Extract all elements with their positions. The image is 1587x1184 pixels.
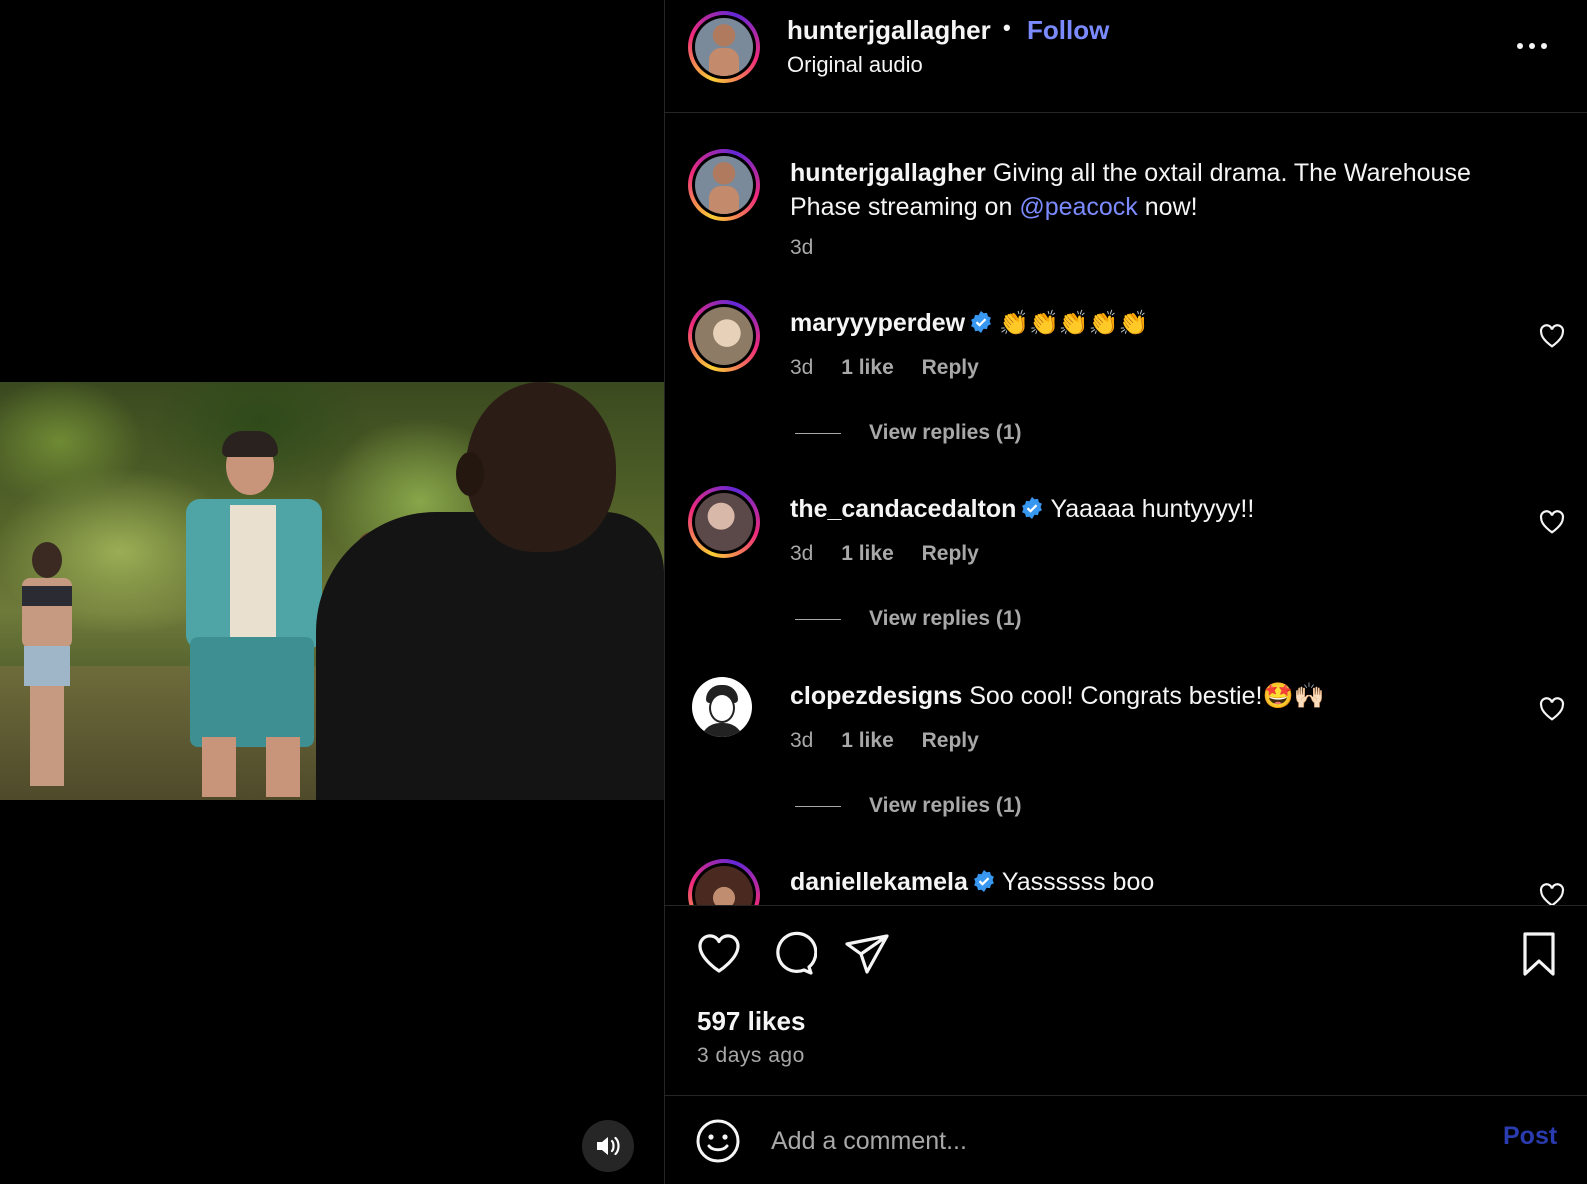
comment-time: 3d	[790, 356, 814, 379]
commenter-username[interactable]: the_candacedalton	[790, 495, 1016, 523]
commenter-avatar[interactable]	[688, 859, 760, 905]
comment-meta: 3d 1 like Reply	[790, 729, 1001, 753]
comment-likes[interactable]: 1 like	[841, 729, 894, 752]
commenter-avatar[interactable]	[688, 486, 760, 558]
likes-count[interactable]: 597 likes	[697, 1006, 805, 1037]
caption-meta: 3d	[790, 236, 835, 260]
comment-bubble-icon[interactable]	[769, 930, 817, 978]
comment-body: Yaaaaa huntyyyy!!	[1050, 495, 1255, 523]
reply-button[interactable]: Reply	[922, 729, 979, 752]
verified-badge-icon	[973, 870, 994, 892]
video-pane	[0, 0, 664, 1184]
view-replies-button[interactable]: View replies (1)	[795, 607, 1022, 631]
view-replies-label: View replies (1)	[869, 794, 1022, 817]
comment-likes[interactable]: 1 like	[841, 542, 894, 565]
comment-text: maryyyperdew 👏👏👏👏👏	[790, 306, 1149, 341]
smiley-icon[interactable]	[695, 1118, 741, 1164]
comment-input[interactable]	[769, 1120, 1473, 1162]
caption-body-end: now!	[1144, 193, 1198, 221]
post-header: hunterjgallagher • Follow Original audio	[665, 0, 1587, 113]
replies-divider	[795, 618, 841, 620]
comment-time: 3d	[790, 542, 814, 565]
comment-text: clopezdesigns Soo cool! Congrats bestie!…	[790, 679, 1325, 713]
more-options-icon[interactable]	[1517, 30, 1553, 60]
post-timestamp: 3 days ago	[697, 1044, 805, 1067]
commenter-username[interactable]: daniellekamela	[790, 868, 968, 896]
commenter-avatar[interactable]	[688, 300, 760, 372]
caption-text: hunterjgallagher Giving all the oxtail d…	[790, 156, 1471, 224]
video-person	[316, 382, 664, 800]
post-side-panel: hunterjgallagher • Follow Original audio…	[664, 0, 1587, 1184]
caption-body: Giving all the oxtail drama. The Warehou…	[992, 159, 1471, 187]
comment-heart-icon[interactable]	[1539, 883, 1565, 906]
speaker-icon	[597, 1136, 620, 1156]
comment-body: 👏👏👏👏👏	[999, 310, 1149, 337]
caption-avatar[interactable]	[688, 149, 760, 221]
replies-divider	[795, 805, 841, 807]
view-replies-button[interactable]: View replies (1)	[795, 794, 1022, 818]
video-person	[178, 431, 328, 797]
comment-composer: Post	[665, 1096, 1587, 1184]
verified-badge-icon	[971, 311, 992, 333]
follow-button[interactable]: Follow	[1027, 15, 1109, 46]
comment-heart-icon[interactable]	[1539, 510, 1565, 534]
caption-time: 3d	[790, 236, 814, 259]
post-button[interactable]: Post	[1503, 1122, 1557, 1151]
comment-time: 3d	[790, 729, 814, 752]
video-person	[16, 542, 76, 792]
comment-meta: 3d 1 like Reply	[790, 542, 1001, 566]
comment-text: the_candacedalton Yaaaaa huntyyyy!!	[790, 492, 1254, 526]
view-replies-button[interactable]: View replies (1)	[795, 421, 1022, 445]
caption-username[interactable]: hunterjgallagher	[790, 159, 986, 187]
replies-divider	[795, 432, 841, 434]
comment-likes[interactable]: 1 like	[841, 356, 894, 379]
mention-link[interactable]: @peacock	[1019, 193, 1138, 221]
paper-plane-icon[interactable]	[843, 930, 891, 978]
bookmark-icon[interactable]	[1515, 930, 1563, 978]
caption-body-line2: Phase streaming on	[790, 193, 1013, 221]
view-replies-label: View replies (1)	[869, 421, 1022, 444]
heart-icon[interactable]	[695, 930, 743, 978]
comment-heart-icon[interactable]	[1539, 697, 1565, 721]
audio-link[interactable]: Original audio	[787, 52, 923, 78]
comment-body: Yassssss boo	[1001, 868, 1155, 896]
comment-meta: 3d 1 like Reply	[790, 356, 1001, 380]
verified-badge-icon	[1022, 497, 1043, 519]
reply-button[interactable]: Reply	[922, 356, 979, 379]
commenter-username[interactable]: maryyyperdew	[790, 309, 965, 337]
comments-list[interactable]: hunterjgallagher Giving all the oxtail d…	[665, 113, 1587, 906]
commenter-username[interactable]: clopezdesigns	[790, 682, 962, 710]
separator-dot: •	[1003, 15, 1011, 40]
comment-body: Soo cool! Congrats bestie!🤩🙌🏻	[969, 682, 1325, 710]
action-bar: 597 likes 3 days ago	[665, 906, 1587, 1096]
mute-button[interactable]	[582, 1120, 634, 1172]
view-replies-label: View replies (1)	[869, 607, 1022, 630]
author-username[interactable]: hunterjgallagher	[787, 15, 991, 46]
video-player[interactable]	[0, 382, 664, 800]
comment-text: daniellekamela Yassssss boo	[790, 865, 1154, 899]
reel-viewer: hunterjgallagher • Follow Original audio…	[0, 0, 1587, 1184]
reply-button[interactable]: Reply	[922, 542, 979, 565]
commenter-avatar[interactable]	[692, 677, 752, 737]
author-avatar[interactable]	[688, 11, 760, 83]
comment-heart-icon[interactable]	[1539, 324, 1565, 348]
